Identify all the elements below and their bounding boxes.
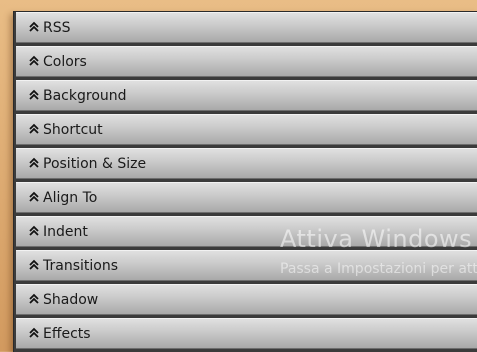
double-chevron-up-icon: [29, 21, 39, 32]
double-chevron-up-icon: [29, 327, 39, 338]
section-label: Align To: [43, 190, 98, 206]
double-chevron-up-icon: [29, 225, 39, 236]
section-position-size[interactable]: Position & Size: [16, 148, 477, 179]
properties-panel: RSS Colors Background Shortcut Position …: [13, 11, 477, 352]
section-effects[interactable]: Effects: [16, 318, 477, 349]
section-background[interactable]: Background: [16, 80, 477, 111]
section-rss[interactable]: RSS: [16, 12, 477, 43]
section-shortcut[interactable]: Shortcut: [16, 114, 477, 145]
section-label: Shadow: [43, 292, 99, 308]
section-label: Transitions: [43, 258, 118, 274]
section-transitions[interactable]: Transitions: [16, 250, 477, 281]
section-label: RSS: [43, 20, 71, 36]
section-label: Colors: [43, 54, 87, 70]
double-chevron-up-icon: [29, 293, 39, 304]
section-align-to[interactable]: Align To: [16, 182, 477, 213]
double-chevron-up-icon: [29, 55, 39, 66]
double-chevron-up-icon: [29, 123, 39, 134]
section-label: Effects: [43, 326, 91, 342]
double-chevron-up-icon: [29, 191, 39, 202]
section-shadow[interactable]: Shadow: [16, 284, 477, 315]
section-label: Indent: [43, 224, 88, 240]
double-chevron-up-icon: [29, 89, 39, 100]
double-chevron-up-icon: [29, 157, 39, 168]
section-label: Position & Size: [43, 156, 147, 172]
section-label: Shortcut: [43, 122, 103, 138]
section-label: Background: [43, 88, 127, 104]
section-colors[interactable]: Colors: [16, 46, 477, 77]
double-chevron-up-icon: [29, 259, 39, 270]
section-indent[interactable]: Indent: [16, 216, 477, 247]
